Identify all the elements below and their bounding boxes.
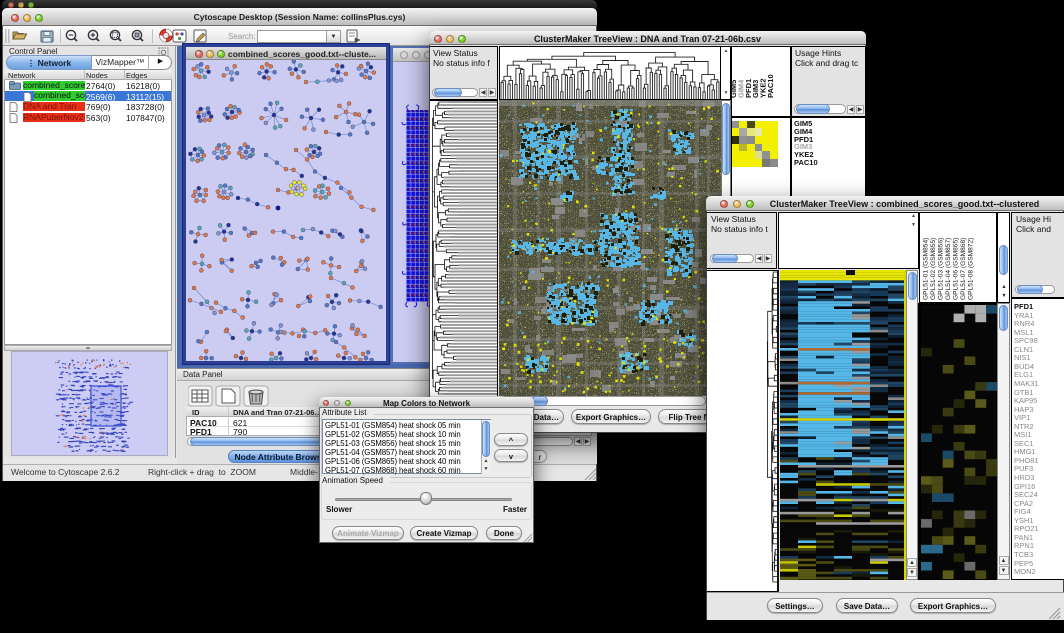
svg-text:GPL51-07 (GSM868): GPL51-07 (GSM868) xyxy=(960,238,967,300)
svg-text:GPL51-04 (GSM857): GPL51-04 (GSM857) xyxy=(945,238,952,300)
svg-text:GPL51-08 (GSM872): GPL51-08 (GSM872) xyxy=(968,238,975,300)
svg-text:GPL51-01 (GSM854): GPL51-01 (GSM854) xyxy=(923,238,930,300)
svg-text:GPL51-06 (GSM865): GPL51-06 (GSM865) xyxy=(953,238,960,300)
svg-text:PAC10: PAC10 xyxy=(766,74,775,98)
svg-text:GPL51-02 (GSM855): GPL51-02 (GSM855) xyxy=(930,238,937,300)
svg-text:GPL51-03 (GSM856): GPL51-03 (GSM856) xyxy=(938,238,945,300)
